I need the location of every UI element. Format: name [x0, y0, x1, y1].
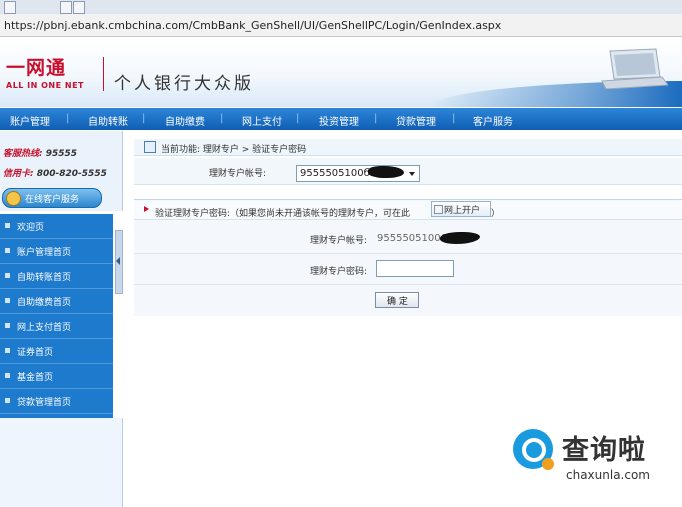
nav-loan-management[interactable]: 贷款管理 — [396, 113, 436, 128]
bullet-icon — [5, 273, 10, 278]
watermark-text-en: chaxunla.com — [566, 468, 650, 482]
logo-text-cn: 一网通 — [6, 57, 67, 79]
nav-separator: | — [142, 113, 146, 124]
sidebar-item-loan-home[interactable]: 贷款管理首页 — [0, 389, 113, 414]
folder-icon[interactable] — [4, 1, 16, 14]
service-hotline: 客服热线: 95555 — [3, 146, 77, 159]
browser-toolbar-strip — [0, 0, 682, 14]
logo-text-en: ALL IN ONE NET — [6, 81, 84, 90]
account-label: 理财专户帐号: — [209, 169, 267, 179]
password-field[interactable] — [376, 260, 454, 277]
verify-panel-title-end: ） — [491, 209, 501, 219]
bullet-icon — [5, 248, 10, 253]
customer-service-icon — [6, 191, 21, 206]
account-select-value: 9555505100б — [300, 168, 370, 179]
bullet-icon — [5, 323, 10, 328]
confirm-label: 确 定 — [387, 297, 408, 307]
nav-self-transfer[interactable]: 自助转账 — [88, 113, 128, 128]
confirm-button[interactable]: 确 定 — [375, 292, 419, 308]
nav-self-payment[interactable]: 自助缴费 — [165, 113, 205, 128]
nav-separator: | — [66, 113, 70, 124]
nav-separator: | — [452, 113, 456, 124]
bullet-icon — [5, 348, 10, 353]
document-icon[interactable] — [73, 1, 85, 14]
collapse-arrow-icon — [116, 257, 120, 265]
verify-panel-title: 验证理财专户密码:（如果您尚未开通该帐号的理财专户，可在此 — [155, 209, 411, 219]
laptop-illustration — [601, 48, 668, 89]
credit-label: 信用卡: — [3, 169, 34, 179]
credit-card-hotline: 信用卡: 800-820-5555 — [3, 166, 107, 179]
sidebar-item-transfer-home[interactable]: 自助转账首页 — [0, 264, 113, 289]
word-document-icon[interactable] — [60, 1, 72, 14]
bullet-icon — [5, 223, 10, 228]
sidebar-item-fund-home[interactable]: 基金首页 — [0, 364, 113, 389]
chevron-down-icon[interactable] — [405, 166, 419, 181]
sidebar-item-account-home[interactable]: 账户管理首页 — [0, 239, 113, 264]
nav-investment-management[interactable]: 投资管理 — [319, 113, 359, 128]
online-service-label: 在线客户服务 — [25, 195, 80, 205]
nav-customer-service[interactable]: 客户服务 — [473, 113, 513, 128]
nav-separator: | — [296, 113, 300, 124]
online-open-account-label: 网上开户 — [444, 206, 481, 216]
banner-divider — [103, 57, 104, 91]
online-open-account-button[interactable]: 网上开户 — [431, 201, 491, 217]
nav-separator: | — [374, 113, 378, 124]
watermark-text-cn: 查询啦 — [562, 435, 646, 466]
sidebar-collapse-handle[interactable] — [115, 230, 123, 294]
site-banner: 一网通 ALL IN ONE NET 个人银行大众版 — [0, 37, 682, 107]
main-nav: 账户管理 | 自助转账 | 自助缴费 | 网上支付 | 投资管理 | 贷款管理 … — [0, 108, 682, 130]
sidebar-menu: 欢迎页 账户管理首页 自助转账首页 自助缴费首页 网上支付首页 证券首页 基金首… — [0, 214, 113, 418]
online-service-button[interactable]: 在线客户服务 — [2, 188, 102, 208]
sidebar-footer — [0, 418, 123, 507]
open-account-icon — [434, 205, 443, 214]
password-label: 理财专户密码: — [310, 267, 368, 277]
bullet-icon — [5, 398, 10, 403]
account-label-2: 理财专户帐号: — [310, 236, 368, 246]
cmb-logo[interactable]: 一网通 ALL IN ONE NET — [6, 53, 96, 97]
banner-title: 个人银行大众版 — [114, 74, 254, 94]
sidebar-item-payment-home[interactable]: 自助缴费首页 — [0, 289, 113, 314]
credit-number: 800-820-5555 — [36, 169, 107, 179]
hotline-label: 客服热线: — [3, 149, 43, 159]
hotline-number: 95555 — [45, 149, 78, 159]
address-url[interactable]: https://pbnj.ebank.cmbchina.com/CmbBank_… — [4, 19, 501, 32]
nav-separator: | — [220, 113, 224, 124]
sidebar-item-securities-home[interactable]: 证券首页 — [0, 339, 113, 364]
nav-account-management[interactable]: 账户管理 — [10, 113, 50, 128]
nav-online-payment[interactable]: 网上支付 — [242, 113, 282, 128]
account-number: 95555051006 — [377, 233, 447, 244]
address-bar[interactable]: https://pbnj.ebank.cmbchina.com/CmbBank_… — [0, 14, 682, 37]
page-icon — [144, 141, 156, 153]
breadcrumb: 当前功能: 理财专户 > 验证专户密码 — [161, 145, 307, 155]
bullet-icon — [5, 298, 10, 303]
redaction-mark — [368, 166, 404, 178]
sidebar-item-online-pay-home[interactable]: 网上支付首页 — [0, 314, 113, 339]
watermark-dot-icon — [542, 458, 554, 470]
sidebar-item-welcome[interactable]: 欢迎页 — [0, 214, 113, 239]
bullet-icon — [5, 373, 10, 378]
arrow-right-icon — [144, 206, 149, 212]
watermark: 查询啦 chaxunla.com — [506, 424, 682, 507]
